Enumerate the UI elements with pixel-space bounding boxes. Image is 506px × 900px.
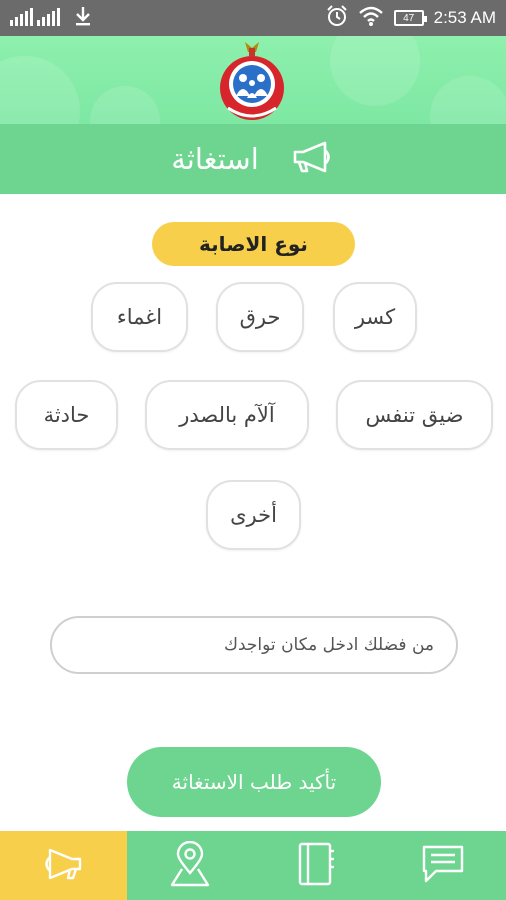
status-bar: 47 2:53 AM: [0, 0, 506, 36]
wifi-icon: [358, 5, 384, 31]
location-input[interactable]: [50, 616, 458, 674]
ministry-of-health-logo: [212, 38, 292, 122]
download-icon: [74, 6, 92, 30]
alarm-icon: [326, 5, 348, 31]
injury-option-chest-pain[interactable]: آلآم بالصدر: [145, 380, 309, 450]
notebook-icon: [296, 841, 336, 891]
page-title: استغاثة: [171, 142, 259, 176]
signal-icon: [10, 6, 60, 30]
battery-icon: 47: [393, 10, 427, 26]
message-icon: [420, 843, 466, 889]
location-pin-icon: [168, 840, 212, 891]
confirm-emergency-button[interactable]: تأكيد طلب الاستغاثة: [127, 747, 381, 817]
nav-messages[interactable]: [380, 831, 506, 900]
injury-type-label: نوع الاصابة: [152, 222, 355, 266]
injury-option-fracture[interactable]: كسر: [333, 282, 417, 352]
injury-option-shortness-of-breath[interactable]: ضيق تنفس: [336, 380, 493, 450]
injury-option-accident[interactable]: حادثة: [15, 380, 118, 450]
app-header: [0, 36, 506, 124]
title-bar: استغاثة: [0, 124, 506, 194]
injury-option-burn[interactable]: حرق: [216, 282, 304, 352]
nav-emergency[interactable]: [0, 831, 127, 900]
injury-option-other[interactable]: أخرى: [206, 480, 301, 550]
bottom-navigation: [0, 831, 506, 900]
status-time: 2:53 AM: [433, 8, 496, 27]
battery-level: 47: [403, 12, 415, 24]
injury-option-fainting[interactable]: اغماء: [91, 282, 188, 352]
megaphone-icon: [40, 847, 86, 885]
nav-location[interactable]: [127, 831, 254, 900]
nav-notebook[interactable]: [253, 831, 380, 900]
megaphone-icon: [289, 140, 335, 178]
